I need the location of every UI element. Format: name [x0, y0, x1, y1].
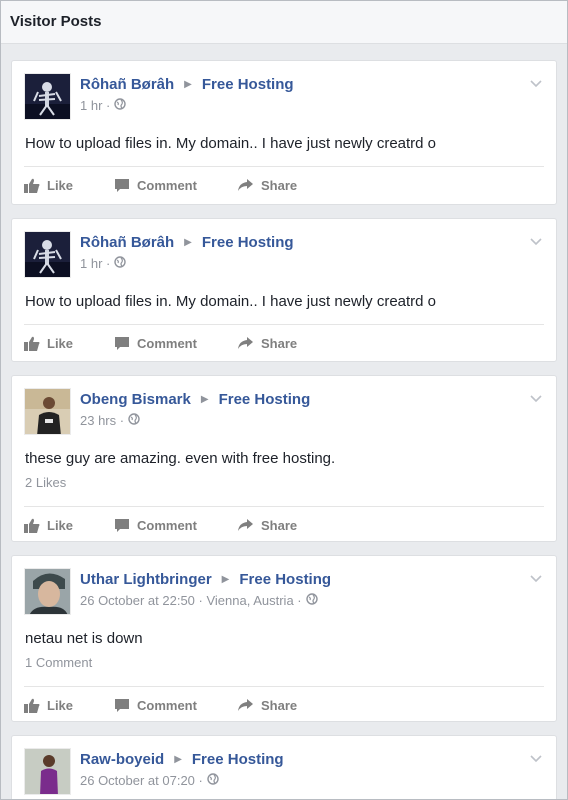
avatar[interactable]: [24, 231, 71, 278]
chevron-down-icon[interactable]: [530, 570, 542, 588]
share-button[interactable]: Share: [237, 336, 297, 351]
chevron-down-icon[interactable]: [530, 233, 542, 251]
comment-icon: [115, 698, 129, 712]
post-actions: Like Comment Share: [24, 506, 544, 541]
share-button[interactable]: Share: [237, 178, 297, 193]
post-card: Uthar Lightbringer ▶ Free Hosting 26 Oct…: [11, 555, 557, 722]
comment-icon: [115, 336, 129, 350]
arrow-right-icon: ▶: [174, 754, 182, 765]
author-name[interactable]: Uthar Lightbringer: [80, 570, 212, 590]
share-button[interactable]: Share: [237, 698, 297, 713]
comment-icon: [115, 178, 129, 192]
dot-separator: ·: [102, 256, 111, 271]
post-card: Obeng Bismark ▶ Free Hosting 23 hrs · th…: [11, 375, 557, 542]
globe-icon: [128, 413, 140, 428]
dot-separator: ·: [102, 98, 111, 113]
post-actions: Like Comment Share: [24, 686, 544, 721]
post-timestamp[interactable]: 1 hr: [80, 256, 102, 271]
comment-count[interactable]: 1 Comment: [12, 653, 556, 686]
globe-icon: [207, 773, 219, 788]
globe-icon: [114, 256, 127, 271]
post-header: Obeng Bismark ▶ Free Hosting 23 hrs ·: [12, 376, 556, 436]
dot-separator: ·: [116, 413, 125, 428]
post-card: Rôhañ Børâh ▶ Free Hosting 1 hr · How to…: [11, 60, 557, 205]
posts-feed: Rôhañ Børâh ▶ Free Hosting 1 hr · How to…: [1, 44, 567, 799]
thumbs-up-icon: [24, 518, 40, 533]
target-page-link[interactable]: Free Hosting: [239, 570, 331, 590]
target-page-link[interactable]: Free Hosting: [202, 233, 294, 253]
arrow-right-icon: ▶: [200, 394, 209, 405]
comment-button[interactable]: Comment: [114, 178, 215, 193]
like-button[interactable]: Like: [24, 518, 92, 533]
comment-button[interactable]: Comment: [114, 336, 215, 351]
arrow-right-icon: ▶: [221, 574, 230, 585]
like-count[interactable]: 2 Likes: [12, 473, 556, 506]
post-text: these guy are amazing. even with free ho…: [25, 450, 336, 467]
visitor-posts-panel: Visitor Posts Rôhañ Børâh ▶ Free Hosting…: [0, 0, 568, 800]
thumbs-up-icon: [24, 698, 40, 713]
share-arrow-icon: [238, 699, 253, 711]
post-header: Raw-boyeid ▶ Free Hosting 26 October at …: [12, 736, 556, 796]
like-button[interactable]: Like: [24, 698, 92, 713]
author-name[interactable]: Rôhañ Børâh: [80, 75, 174, 95]
author-name[interactable]: Obeng Bismark: [80, 390, 191, 410]
post-timestamp[interactable]: 23 hrs: [80, 413, 116, 428]
globe-icon: [114, 98, 127, 113]
author-name[interactable]: Raw-boyeid: [80, 750, 164, 770]
author-name[interactable]: Rôhañ Børâh: [80, 233, 174, 253]
thumbs-up-icon: [24, 178, 40, 193]
post-timestamp[interactable]: 26 October at 07:20: [80, 773, 195, 788]
arrow-right-icon: ▶: [184, 79, 192, 90]
dot-separator: ·: [293, 593, 302, 608]
target-page-link[interactable]: Free Hosting: [219, 390, 311, 410]
panel-title: Visitor Posts: [10, 13, 102, 30]
post-actions: Like Comment Share: [24, 324, 544, 359]
chevron-down-icon[interactable]: [530, 390, 542, 408]
post-actions: Like Comment Share: [24, 166, 544, 201]
post-header: Uthar Lightbringer ▶ Free Hosting 26 Oct…: [12, 556, 556, 616]
share-arrow-icon: [238, 179, 253, 191]
post-timestamp[interactable]: 1 hr: [80, 98, 102, 113]
avatar[interactable]: [24, 748, 71, 795]
chevron-down-icon[interactable]: [530, 75, 542, 93]
post-card: Rôhañ Børâh ▶ Free Hosting 1 hr · How to…: [11, 218, 557, 362]
avatar[interactable]: [24, 568, 71, 615]
avatar[interactable]: [24, 388, 71, 435]
post-text: How to upload files in. My domain.. I ha…: [25, 293, 437, 310]
arrow-right-icon: ▶: [184, 237, 192, 248]
avatar[interactable]: [24, 73, 71, 120]
comment-icon: [115, 518, 129, 532]
like-button[interactable]: Like: [24, 178, 92, 193]
share-arrow-icon: [238, 337, 253, 349]
post-text: How to upload files in. My domain.. I ha…: [25, 135, 437, 152]
post-header: Rôhañ Børâh ▶ Free Hosting 1 hr ·: [12, 61, 556, 121]
thumbs-up-icon: [24, 336, 40, 351]
comment-button[interactable]: Comment: [114, 518, 215, 533]
post-header: Rôhañ Børâh ▶ Free Hosting 1 hr ·: [12, 219, 556, 279]
share-button[interactable]: Share: [237, 518, 297, 533]
panel-header: Visitor Posts: [1, 1, 567, 44]
chevron-down-icon[interactable]: [530, 750, 542, 768]
dot-separator: ·: [194, 773, 203, 788]
share-arrow-icon: [238, 519, 253, 531]
post-timestamp[interactable]: 26 October at 22:50 · Vienna, Austria: [80, 593, 294, 608]
post-text: netau net is down: [25, 630, 143, 647]
like-button[interactable]: Like: [24, 336, 92, 351]
target-page-link[interactable]: Free Hosting: [192, 750, 284, 770]
globe-icon: [305, 593, 318, 608]
target-page-link[interactable]: Free Hosting: [202, 75, 294, 95]
post-card: Raw-boyeid ▶ Free Hosting 26 October at …: [11, 735, 557, 799]
comment-button[interactable]: Comment: [114, 698, 215, 713]
